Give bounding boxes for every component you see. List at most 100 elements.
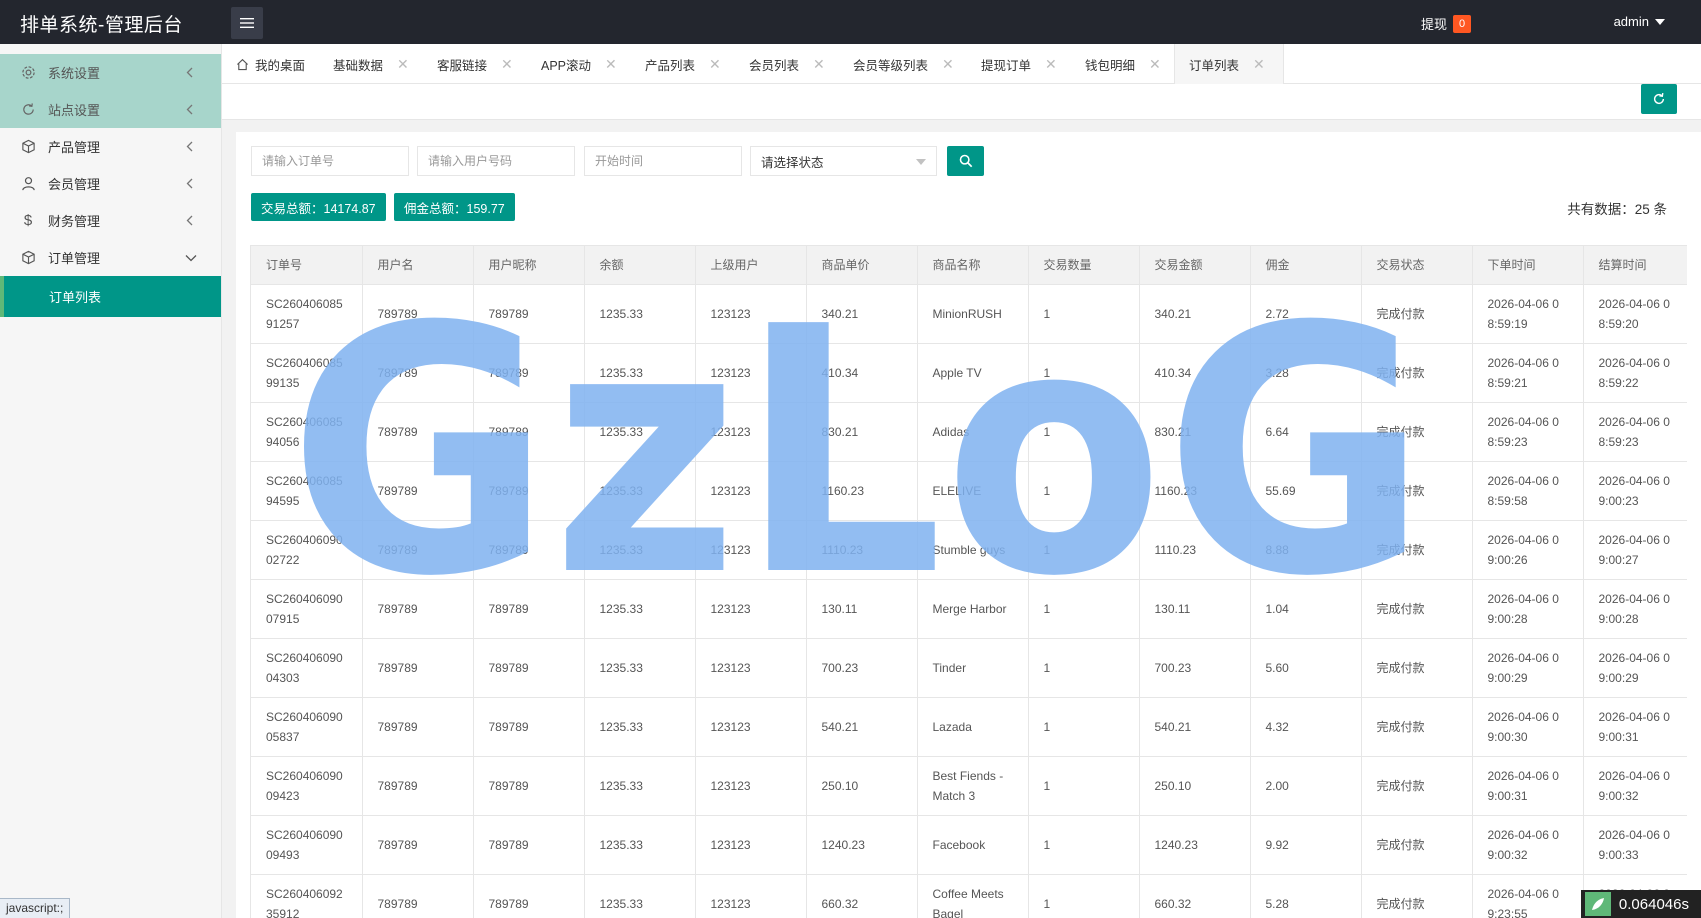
caret-down-icon [916, 159, 926, 165]
table-cell: 完成付款 [1361, 343, 1473, 403]
search-button[interactable] [947, 146, 984, 176]
close-icon[interactable]: ✕ [709, 56, 721, 73]
withdraw-link[interactable]: 提现 0 [1421, 14, 1471, 33]
table-cell: 340.21 [806, 284, 918, 344]
table-cell: MinionRUSH [917, 284, 1029, 344]
table-cell: 2026-04-06 08:59:23 [1472, 402, 1584, 462]
sidebar-item-product-management[interactable]: 产品管理 [0, 128, 221, 165]
tab-withdraw-orders[interactable]: 提现订单 ✕ [981, 44, 1057, 84]
table-cell: 789789 [362, 815, 474, 875]
column-header: 交易金额 [1139, 246, 1251, 285]
table-cell: 1.04 [1250, 579, 1362, 639]
table-cell: 1 [1028, 461, 1140, 521]
table-cell: SC26040609004303 [251, 638, 363, 698]
total-count: 共有数据：25 条 [1567, 202, 1667, 217]
sidebar-item-order-management[interactable]: 订单管理 [0, 239, 221, 276]
close-icon[interactable]: ✕ [1149, 56, 1161, 73]
table-cell: 700.23 [806, 638, 918, 698]
close-icon[interactable]: ✕ [605, 56, 617, 73]
table-cell: 1110.23 [1139, 520, 1251, 580]
table-cell: 2026-04-06 08:59:58 [1472, 461, 1584, 521]
sidebar-item-system-settings[interactable]: 系统设置 [0, 54, 221, 91]
table-header-row: 订单号 用户名 用户昵称 余额 上级用户 商品单价 商品名称 交易数量 交易金额 佣金 交易状态 下单… [251, 246, 1687, 285]
tab-wallet-details[interactable]: 钱包明细 ✕ [1085, 44, 1161, 84]
close-icon[interactable]: ✕ [942, 56, 954, 73]
table-cell: 410.34 [806, 343, 918, 403]
page-toolbar [222, 84, 1701, 120]
tab-app-scroll[interactable]: APP滚动 ✕ [541, 44, 617, 84]
tab-order-list[interactable]: 订单列表 ✕ [1174, 44, 1284, 84]
withdraw-count-badge: 0 [1453, 14, 1471, 33]
refresh-icon [20, 102, 36, 118]
tab-service-link[interactable]: 客服链接 ✕ [437, 44, 513, 84]
page-timer: 0.064046s [1580, 890, 1701, 918]
table-row: SC26040609005837 789789 789789 1235.33 12312… [251, 697, 1687, 757]
start-time-input[interactable] [584, 146, 742, 176]
table-cell: 789789 [362, 697, 474, 757]
table-cell: 2.00 [1250, 756, 1362, 816]
table-cell: 2026-04-06 08:59:19 [1472, 284, 1584, 344]
sidebar-item-label: 系统设置 [48, 66, 101, 81]
hamburger-icon [240, 18, 254, 28]
table-cell: Lazada [917, 697, 1029, 757]
tab-bar: 我的桌面 基础数据 ✕ 客服链接 ✕ APP滚动 ✕ 产品列表 ✕ 会员列表 ✕… [222, 44, 1701, 84]
sidebar-item-site-settings[interactable]: 站点设置 [0, 91, 221, 128]
chevron-left-icon [186, 215, 193, 226]
table-cell: 789789 [473, 461, 585, 521]
column-header: 上级用户 [695, 246, 807, 285]
table-cell: 123123 [695, 520, 807, 580]
column-header: 商品单价 [806, 246, 918, 285]
status-select[interactable]: 请选择状态 [750, 146, 937, 176]
sidebar-item-member-management[interactable]: 会员管理 [0, 165, 221, 202]
table-row: SC26040609002722 789789 789789 1235.33 12312… [251, 520, 1687, 580]
table-cell: 789789 [473, 579, 585, 639]
tab-product-list[interactable]: 产品列表 ✕ [645, 44, 721, 84]
table-cell: 5.28 [1250, 874, 1362, 918]
chevron-down-icon [185, 255, 197, 262]
table-row: SC26040608594595 789789 789789 1235.33 12312… [251, 461, 1687, 521]
table-cell: 完成付款 [1361, 402, 1473, 462]
sidebar: 系统设置 站点设置 产品管理 会员管理 $ 财务管理 订单管理 订单列表 [0, 44, 222, 918]
sidebar-subitem-order-list[interactable]: 订单列表 [0, 276, 221, 317]
tab-home[interactable]: 我的桌面 [236, 44, 305, 84]
table-row: SC26040609004303 789789 789789 1235.33 12312… [251, 638, 1687, 698]
table-cell: 1 [1028, 874, 1140, 918]
trade-total-badge: 交易总额：14174.87 [251, 193, 386, 221]
table-cell: 2026-04-06 08:59:21 [1472, 343, 1584, 403]
table-cell: SC26040609235912 [251, 874, 363, 918]
table-cell: 789789 [473, 343, 585, 403]
table-cell: 700.23 [1139, 638, 1251, 698]
table-cell: Merge Harbor [917, 579, 1029, 639]
table-cell: 55.69 [1250, 461, 1362, 521]
sidebar-item-finance-management[interactable]: $ 财务管理 [0, 202, 221, 239]
table-cell: SC26040608591257 [251, 284, 363, 344]
user-menu[interactable]: admin [1614, 14, 1665, 29]
close-icon[interactable]: ✕ [501, 56, 513, 73]
menu-toggle-button[interactable] [231, 7, 263, 39]
tab-member-level-list[interactable]: 会员等级列表 ✕ [853, 44, 954, 84]
close-icon[interactable]: ✕ [1045, 56, 1057, 73]
table-cell: 4.32 [1250, 697, 1362, 757]
table-cell: 2026-04-06 08:59:20 [1583, 284, 1687, 344]
table-cell: 123123 [695, 343, 807, 403]
home-icon [237, 58, 248, 70]
table-cell: 1160.23 [1139, 461, 1251, 521]
table-cell: 2026-04-06 09:00:23 [1583, 461, 1687, 521]
user-phone-input[interactable] [417, 146, 575, 176]
tab-member-list[interactable]: 会员列表 ✕ [749, 44, 825, 84]
table-cell: SC26040608594056 [251, 402, 363, 462]
table-cell: 5.60 [1250, 638, 1362, 698]
column-header: 余额 [584, 246, 696, 285]
table-cell: 789789 [473, 874, 585, 918]
box-icon [20, 250, 36, 266]
table-cell: 789789 [473, 284, 585, 344]
tab-basic-data[interactable]: 基础数据 ✕ [333, 44, 409, 84]
table-cell: 123123 [695, 815, 807, 875]
order-number-input[interactable] [251, 146, 409, 176]
refresh-button[interactable] [1641, 84, 1677, 114]
table-cell: Tinder [917, 638, 1029, 698]
table-cell: 123123 [695, 638, 807, 698]
close-icon[interactable]: ✕ [813, 56, 825, 73]
close-icon[interactable]: ✕ [1253, 56, 1265, 73]
close-icon[interactable]: ✕ [397, 56, 409, 73]
